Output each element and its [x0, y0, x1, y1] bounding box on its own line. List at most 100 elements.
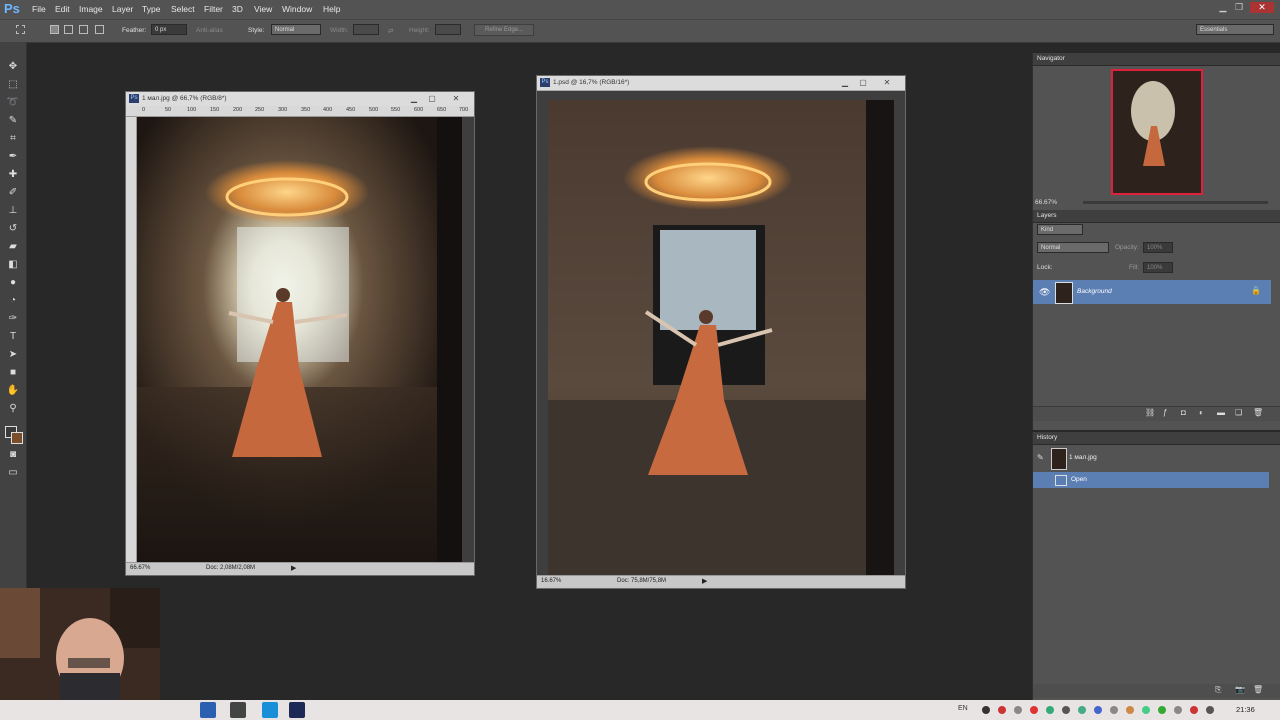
height-input[interactable]: [435, 24, 461, 35]
eraser-tool-icon[interactable]: ▰: [6, 240, 20, 254]
menu-help[interactable]: Help: [323, 4, 340, 14]
doc1-close-icon[interactable]: ✕: [450, 93, 462, 104]
menu-file[interactable]: File: [32, 4, 46, 14]
history-brush-tool-icon[interactable]: ↺: [6, 222, 20, 236]
style-select[interactable]: Normal: [271, 24, 321, 35]
doc1-zoom-field[interactable]: 66.67%: [130, 565, 150, 571]
quick-select-tool-icon[interactable]: ✎: [6, 114, 20, 128]
tray-icon[interactable]: [1158, 706, 1166, 714]
layer-name[interactable]: Background: [1077, 288, 1112, 295]
clone-stamp-tool-icon[interactable]: ⊥: [6, 204, 20, 218]
tray-icon[interactable]: [1142, 706, 1150, 714]
doc1-status-menu-icon[interactable]: ▶: [291, 564, 296, 572]
tray-icon[interactable]: [1046, 706, 1054, 714]
menu-view[interactable]: View: [254, 4, 272, 14]
background-color-swatch[interactable]: [11, 432, 23, 444]
doc2-zoom-field[interactable]: 16.67%: [541, 578, 561, 584]
feather-input[interactable]: 0 px: [151, 24, 187, 35]
gradient-tool-icon[interactable]: ◧: [6, 258, 20, 272]
tray-icon[interactable]: [1206, 706, 1214, 714]
taskbar-chrome-icon[interactable]: [230, 702, 246, 718]
layer-mask-icon[interactable]: ◘: [1181, 408, 1186, 417]
new-group-icon[interactable]: ▬: [1217, 408, 1225, 417]
visibility-eye-icon[interactable]: 👁: [1039, 287, 1050, 298]
new-selection-icon[interactable]: [50, 25, 59, 34]
swap-icon[interactable]: ⇄: [388, 27, 393, 35]
tray-icon[interactable]: [1174, 706, 1182, 714]
menu-select[interactable]: Select: [171, 4, 195, 14]
taskbar-app-icon[interactable]: [200, 702, 216, 718]
menu-edit[interactable]: Edit: [55, 4, 70, 14]
menu-type[interactable]: Type: [142, 4, 160, 14]
marquee-tool-preset-icon[interactable]: [16, 25, 25, 34]
doc1-restore-icon[interactable]: ▢: [426, 93, 438, 104]
doc2-minimize-icon[interactable]: ▁: [839, 77, 851, 88]
layer-kind-filter[interactable]: Kind: [1037, 224, 1083, 235]
delete-state-icon[interactable]: 🗑: [1253, 685, 1263, 694]
delete-layer-icon[interactable]: 🗑: [1253, 408, 1263, 417]
history-item-open[interactable]: Open: [1033, 472, 1269, 488]
antialias-checkbox[interactable]: Anti-alias: [196, 27, 223, 34]
history-brush-source-icon[interactable]: ✎: [1037, 453, 1044, 462]
document-1-canvas[interactable]: [137, 117, 462, 562]
doc2-close-icon[interactable]: ✕: [881, 77, 893, 88]
taskbar-photoshop-icon[interactable]: [289, 702, 305, 718]
menu-filter[interactable]: Filter: [204, 4, 223, 14]
subtract-selection-icon[interactable]: [79, 25, 88, 34]
workspace-select[interactable]: Essentials: [1196, 24, 1274, 35]
close-icon[interactable]: ✕: [1250, 2, 1274, 13]
tray-icon[interactable]: [982, 706, 990, 714]
navigator-zoom-field[interactable]: 66.67%: [1035, 199, 1057, 206]
minimize-icon[interactable]: ▁: [1216, 2, 1230, 13]
document-1-titlebar[interactable]: Ps 1 мал.jpg @ 66,7% (RGB/8*) ▁ ▢ ✕: [126, 92, 474, 107]
layers-tab[interactable]: Layers: [1033, 210, 1280, 223]
document-2-titlebar[interactable]: Ps 1.psd @ 16,7% (RGB/16*) ▁ ▢ ✕: [537, 76, 905, 91]
lasso-tool-icon[interactable]: ➰: [6, 96, 20, 110]
adjustment-layer-icon[interactable]: ◐: [1199, 408, 1204, 417]
blend-mode-select[interactable]: Normal: [1037, 242, 1109, 253]
hand-tool-icon[interactable]: ✋: [6, 384, 20, 398]
tray-icon[interactable]: [1078, 706, 1086, 714]
eyedropper-tool-icon[interactable]: ✒: [6, 150, 20, 164]
tray-icon[interactable]: [1110, 706, 1118, 714]
link-layers-icon[interactable]: ⛓: [1145, 408, 1155, 417]
refine-edge-button[interactable]: Refine Edge...: [474, 24, 534, 36]
tray-icon[interactable]: [998, 706, 1006, 714]
intersect-selection-icon[interactable]: [95, 25, 104, 34]
tray-icon[interactable]: [1062, 706, 1070, 714]
screen-mode-icon[interactable]: ▭: [6, 466, 20, 480]
dodge-tool-icon[interactable]: ◔: [6, 294, 20, 308]
crop-tool-icon[interactable]: ⌗: [6, 132, 20, 146]
taskbar-skype-icon[interactable]: [262, 702, 278, 718]
tray-icon[interactable]: [1030, 706, 1038, 714]
input-language[interactable]: EN: [958, 705, 968, 712]
brush-tool-icon[interactable]: ✐: [6, 186, 20, 200]
blur-tool-icon[interactable]: ●: [6, 276, 20, 290]
healing-brush-tool-icon[interactable]: ✚: [6, 168, 20, 182]
navigator-thumbnail[interactable]: [1111, 69, 1203, 195]
width-input[interactable]: [353, 24, 379, 35]
tray-icon[interactable]: [1126, 706, 1134, 714]
history-snapshot[interactable]: ✎ 1 мал.jpg: [1033, 446, 1269, 470]
navigator-tab[interactable]: Navigator: [1033, 53, 1280, 66]
document-2-canvas[interactable]: [548, 100, 894, 575]
fill-input[interactable]: 100%: [1143, 262, 1173, 273]
restore-icon[interactable]: ❐: [1232, 2, 1246, 13]
new-document-from-state-icon[interactable]: ⎘: [1215, 685, 1221, 695]
path-select-tool-icon[interactable]: ➤: [6, 348, 20, 362]
history-tab[interactable]: History: [1033, 432, 1280, 445]
zoom-tool-icon[interactable]: ⚲: [6, 402, 20, 416]
layer-style-icon[interactable]: ƒ: [1163, 408, 1167, 417]
pen-tool-icon[interactable]: ✑: [6, 312, 20, 326]
snapshot-camera-icon[interactable]: 📷: [1235, 685, 1245, 694]
doc2-status-menu-icon[interactable]: ▶: [702, 577, 707, 585]
quick-mask-icon[interactable]: ◙: [6, 448, 20, 462]
doc1-minimize-icon[interactable]: ▁: [408, 93, 420, 104]
menu-layer[interactable]: Layer: [112, 4, 133, 14]
tray-icon[interactable]: [1190, 706, 1198, 714]
marquee-tool-icon[interactable]: ⬚: [6, 78, 20, 92]
opacity-input[interactable]: 100%: [1143, 242, 1173, 253]
menu-window[interactable]: Window: [282, 4, 312, 14]
type-tool-icon[interactable]: T: [6, 330, 20, 344]
clock[interactable]: 21:36: [1236, 705, 1255, 714]
